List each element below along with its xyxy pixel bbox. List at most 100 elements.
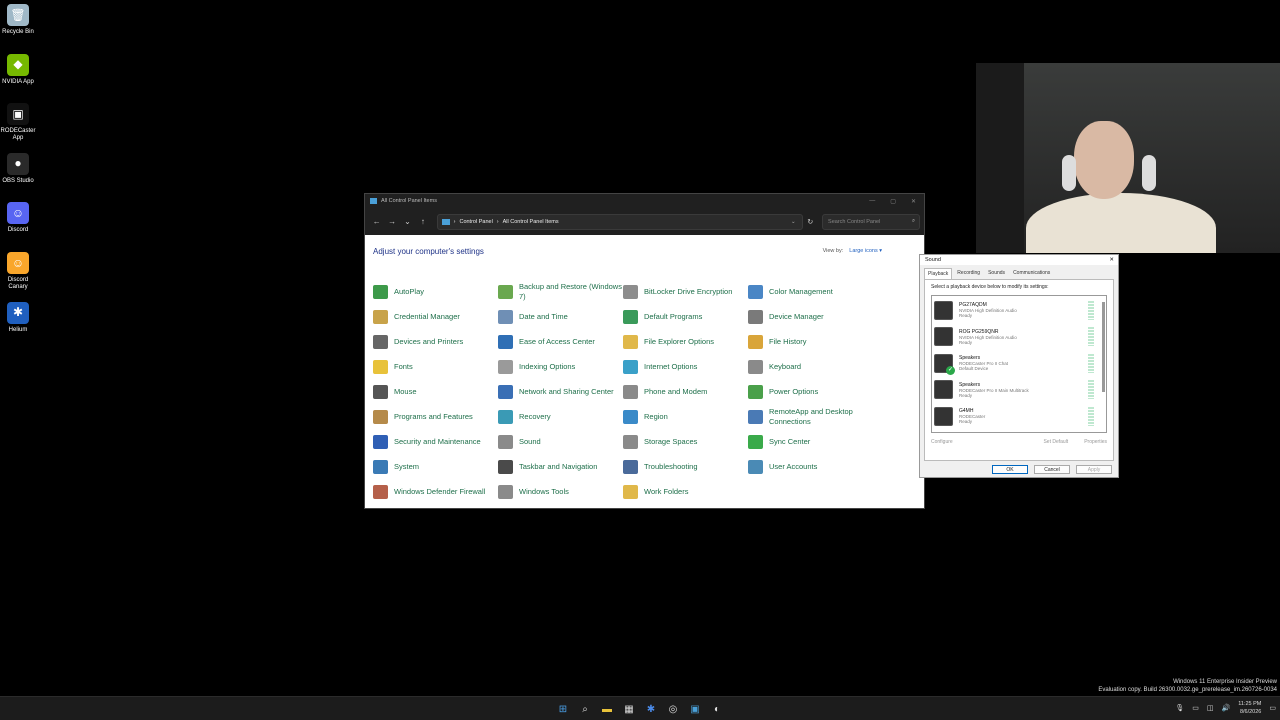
control-panel-item[interactable]: Troubleshooting [623,454,748,479]
close-icon[interactable]: ✕ [911,198,916,205]
control-panel-item[interactable]: System [373,454,498,479]
playback-device[interactable]: Speakers RODECaster Pro II Main Multitrac… [934,377,1104,404]
control-panel-item[interactable]: Default Programs [623,304,748,329]
address-bar[interactable]: › Control Panel › All Control Panel Item… [436,213,803,230]
device-list[interactable]: PG27AQDM NVIDIA High Definition Audio Read… [931,295,1107,433]
microphone-icon[interactable]: 🎙 [1175,704,1184,712]
control-panel-item[interactable]: Devices and Printers [373,329,498,354]
control-panel-item[interactable]: Region [623,404,748,429]
configure-button[interactable]: Configure [931,439,953,445]
network-icon[interactable]: ◫ [1207,704,1214,712]
control-panel-item[interactable]: Device Manager [748,304,873,329]
tab-communications[interactable]: Communications [1010,268,1053,279]
control-panel-item[interactable]: RemoteApp and Desktop Connections [748,404,873,429]
set-default-button[interactable]: Set Default [1043,439,1068,445]
control-panel-item[interactable]: Storage Spaces [623,429,748,454]
item-label: Default Programs [644,311,703,321]
tab-playback[interactable]: Playback [924,268,953,279]
volume-icon[interactable]: 🔊 [1222,704,1231,712]
item-icon [498,434,513,449]
desktop-icon[interactable]: ◆ NVIDIA App [0,53,36,86]
control-panel-item[interactable]: Sound [498,429,623,454]
control-panel-item[interactable]: Keyboard [748,354,873,379]
title-bar[interactable]: All Control Panel Items — ▢ ✕ [365,194,924,208]
control-panel-item[interactable]: Color Management [748,279,873,304]
control-panel-item[interactable]: File History [748,329,873,354]
item-label: Region [644,411,668,421]
sound-title-bar[interactable]: Sound ✕ [920,255,1118,265]
control-panel-item[interactable]: Sync Center [748,429,873,454]
control-panel-item[interactable]: AutoPlay [373,279,498,304]
notification-icon[interactable]: ▭ [1269,704,1276,712]
view-by-dropdown[interactable]: Large icons ▾ [849,248,882,254]
desktop-icon[interactable]: ☺ Discord Canary [0,252,36,291]
apply-button[interactable]: Apply [1076,465,1112,474]
control-panel-item[interactable]: Work Folders [623,479,748,504]
breadcrumb-all-items[interactable]: All Control Panel Items [503,219,559,225]
scrollbar[interactable] [1102,302,1105,392]
start-icon[interactable]: ⊞ [556,702,570,716]
volume-meter [1088,406,1094,426]
forward-arrow-icon[interactable]: → [384,217,399,226]
control-panel-item[interactable]: Windows Defender Firewall [373,479,498,504]
control-panel-taskbar-icon[interactable]: ▣ [688,702,702,716]
device-text: PG27AQDM NVIDIA High Definition Audio Read… [959,302,1017,318]
calendar-icon[interactable]: ▦ [622,702,636,716]
desktop-icon[interactable]: ▣ RODECaster App [0,103,36,142]
sound-dialog[interactable]: Sound ✕ Playback Recording Sounds Commun… [919,254,1119,478]
desktop-icon[interactable]: ✱ Helium [0,301,36,334]
tab-recording[interactable]: Recording [954,268,983,279]
playback-device[interactable]: SpeakersRODECaster Pro II ChatDefault De… [934,350,1104,377]
control-panel-item[interactable]: Programs and Features [373,404,498,429]
search-icon[interactable]: ⌕ [912,218,915,225]
control-panel-item[interactable]: Recovery [498,404,623,429]
control-panel-window[interactable]: All Control Panel Items — ▢ ✕ ← → ⌄ ↑ › … [364,193,925,509]
control-panel-item[interactable]: Ease of Access Center [498,329,623,354]
control-panel-item[interactable]: Fonts [373,354,498,379]
close-icon[interactable]: ✕ [1109,257,1114,263]
search-input[interactable]: Search Control Panel ⌕ [822,213,921,230]
display-icon[interactable]: ▭ [1192,704,1199,712]
properties-button[interactable]: Properties [1084,439,1107,445]
control-panel-item[interactable]: Backup and Restore (Windows 7) [498,279,623,304]
refresh-icon[interactable]: ↻ [803,218,818,226]
control-panel-item[interactable]: Credential Manager [373,304,498,329]
maximize-icon[interactable]: ▢ [890,198,896,205]
control-panel-item[interactable]: Date and Time [498,304,623,329]
control-panel-item[interactable]: User Accounts [748,454,873,479]
cancel-button[interactable]: Cancel [1034,465,1070,474]
ok-button[interactable]: OK [992,465,1028,474]
tab-sounds[interactable]: Sounds [985,268,1008,279]
desktop-icon[interactable]: ● OBS Studio [0,152,36,185]
playback-device[interactable]: PG27AQDM NVIDIA High Definition Audio Read… [934,297,1104,324]
control-panel-item[interactable]: Internet Options [623,354,748,379]
recent-chevron-icon[interactable]: ⌄ [400,217,415,226]
clock[interactable]: 11:25 PM 8/6/2026 [1238,700,1261,716]
control-panel-item[interactable]: Windows Tools [498,479,623,504]
control-panel-item[interactable]: Power Options [748,379,873,404]
control-panel-item[interactable]: Mouse [373,379,498,404]
chrome-icon[interactable]: ◎ [666,702,680,716]
control-panel-item[interactable]: Network and Sharing Center [498,379,623,404]
device-status: Ready [959,419,973,425]
control-panel-item[interactable]: Phone and Modem [623,379,748,404]
file-explorer-icon[interactable]: ▬ [600,702,614,716]
minimize-icon[interactable]: — [869,198,875,205]
playback-device[interactable]: G4MH RODECaster Ready [934,403,1104,430]
up-arrow-icon[interactable]: ↑ [415,217,430,226]
helium-icon[interactable]: ✱ [644,702,658,716]
item-label: Phone and Modem [644,386,708,396]
sound-taskbar-icon[interactable]: ◐ [710,702,724,716]
playback-device[interactable]: ROG PG259QNR NVIDIA High Definition Audio… [934,324,1104,351]
search-icon[interactable]: ⌕ [578,702,592,716]
control-panel-item[interactable]: File Explorer Options [623,329,748,354]
desktop-icon[interactable]: ☺ Discord [0,202,36,234]
address-dropdown-icon[interactable]: ⌄ [791,219,796,225]
control-panel-item[interactable]: Indexing Options [498,354,623,379]
breadcrumb-control-panel[interactable]: Control Panel [459,219,492,225]
control-panel-item[interactable]: BitLocker Drive Encryption [623,279,748,304]
back-arrow-icon[interactable]: ← [369,217,384,226]
control-panel-item[interactable]: Security and Maintenance [373,429,498,454]
control-panel-item[interactable]: Taskbar and Navigation [498,454,623,479]
desktop-icon[interactable]: 🗑 Recycle Bin [0,4,36,36]
